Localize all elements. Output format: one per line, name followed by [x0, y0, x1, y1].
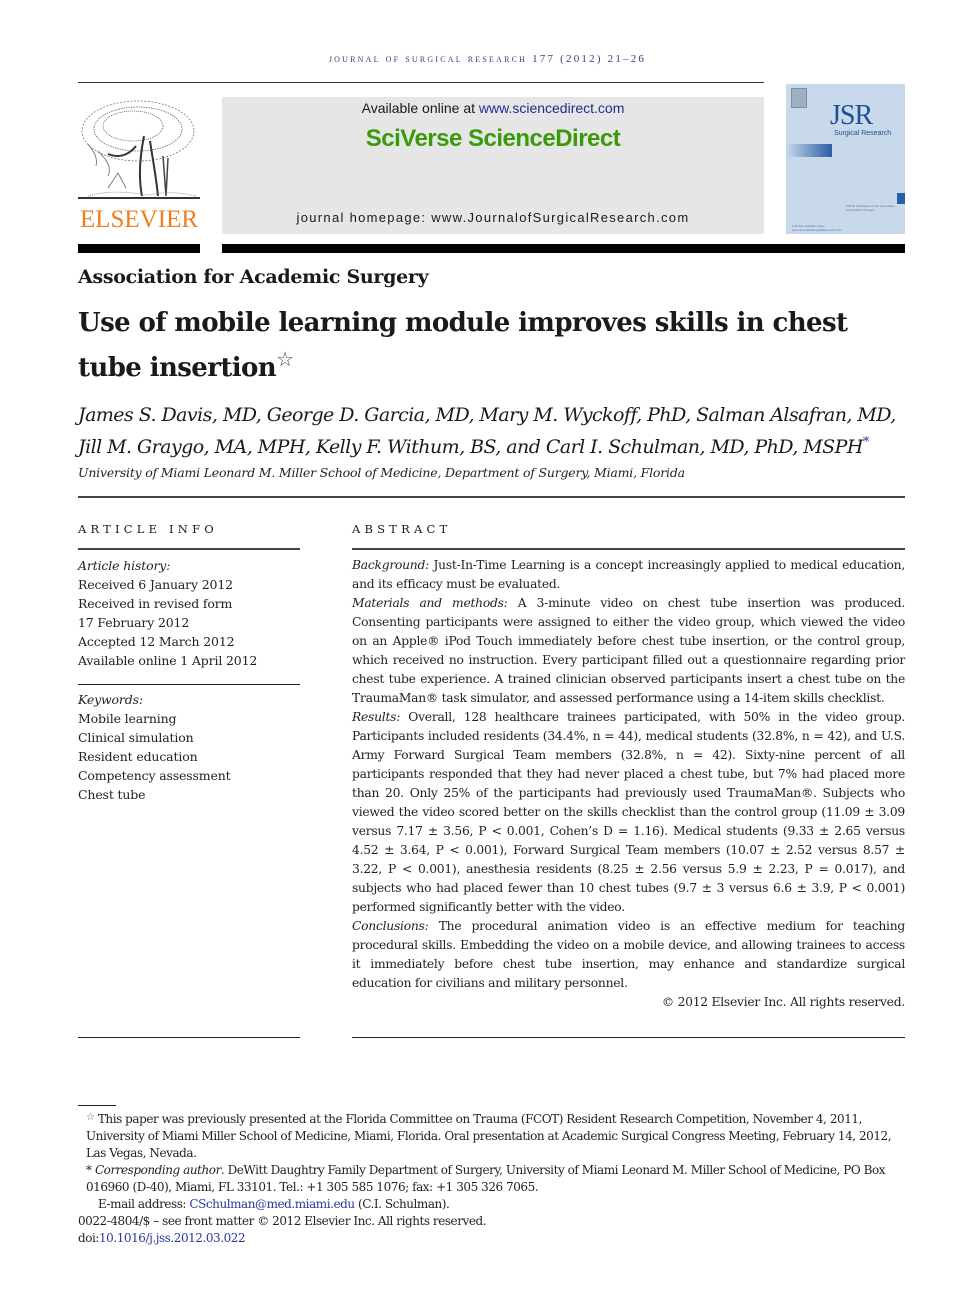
abstract-section-label: Results: [352, 710, 401, 724]
available-online-label: Available online at [361, 100, 479, 116]
sciencedirect-banner: Available online at www.sciencedirect.co… [222, 97, 764, 234]
cover-title: JSR [830, 100, 873, 131]
abstract-copyright: © 2012 Elsevier Inc. All rights reserved… [661, 995, 905, 1009]
abstract-section-label: Background: [352, 558, 429, 572]
abstract-body: Background: Just-In-Time Learning is a c… [352, 556, 905, 1012]
abstract-section-label: Materials and methods: [352, 596, 508, 610]
abstract-bottom-rule [352, 1037, 905, 1038]
footnotes: ☆ This paper was previously presented at… [78, 1109, 905, 1247]
presentation-footnote: ☆ This paper was previously presented at… [78, 1109, 905, 1162]
keywords-label: Keywords: [78, 692, 143, 707]
history-item: 17 February 2012 [78, 615, 190, 630]
doi-link[interactable]: 10.1016/j.jss.2012.03.022 [99, 1231, 246, 1245]
abstract-results: Results: Overall, 128 healthcare trainee… [352, 708, 905, 917]
abstract-methods: Materials and methods: A 3-minute video … [352, 594, 905, 708]
keyword-item: Competency assessment [78, 768, 231, 783]
header-thick-rule [222, 244, 905, 253]
abstract-section-text: The procedural animation video is an eff… [352, 919, 905, 990]
article-info-rule [78, 548, 300, 550]
cover-society-line: Official Publication of the Association … [846, 204, 895, 212]
history-item: Received in revised form [78, 596, 233, 611]
cover-emblem-icon [791, 88, 807, 108]
cover-footer-line: Full Text available online www.Journalof… [792, 224, 842, 232]
abstract-heading: ABSTRACT [352, 522, 452, 536]
issn-line: 0022-4804/$ – see front matter © 2012 El… [78, 1214, 487, 1228]
article-info-heading: ARTICLE INFO [78, 522, 218, 536]
footnote-rule [78, 1105, 116, 1106]
keyword-item: Clinical simulation [78, 730, 194, 745]
doi-label: doi: [78, 1231, 99, 1245]
star-footnote-icon[interactable]: ☆ [276, 347, 294, 371]
elsevier-logo[interactable]: ELSEVIER [78, 96, 200, 236]
author-list: James S. Davis, MD, George D. Garcia, MD… [78, 401, 918, 461]
header-rule [78, 82, 764, 83]
email-suffix: (C.I. Schulman). [354, 1197, 450, 1211]
running-header: Journal of Surgical Research 177 (2012) … [328, 53, 647, 65]
keyword-item: Resident education [78, 749, 198, 764]
keyword-item: Chest tube [78, 787, 146, 802]
elsevier-wordmark: ELSEVIER [79, 206, 199, 233]
abstract-section-label: Conclusions: [352, 919, 429, 933]
cover-decor-block [897, 193, 905, 204]
abstract-section-text: A 3-minute video on chest tube insertion… [352, 596, 905, 705]
authors-line-1: James S. Davis, MD, George D. Garcia, MD… [78, 404, 896, 426]
title-line-1: Use of mobile learning module improves s… [78, 308, 848, 338]
corresponding-author-footnote: * Corresponding author. DeWitt Daughtry … [78, 1162, 905, 1196]
authors-line-2: Jill M. Graygo, MA, MPH, Kelly F. Withum… [78, 436, 863, 458]
article-info-divider [78, 684, 300, 685]
affiliation: University of Miami Leonard M. Miller Sc… [78, 465, 685, 480]
doi-line: doi:10.1016/j.jss.2012.03.022 [78, 1230, 905, 1247]
history-item: Available online 1 April 2012 [78, 653, 258, 668]
sciverse-sciencedirect-logo[interactable]: SciVerse ScienceDirect [222, 125, 764, 153]
article-info-bottom-rule [78, 1037, 300, 1038]
title-line-2: tube insertion [78, 353, 277, 383]
corresponding-author-label: Corresponding author [94, 1163, 221, 1177]
elsevier-tree-icon [78, 100, 200, 199]
history-item: Accepted 12 March 2012 [78, 634, 235, 649]
abstract-background: Background: Just-In-Time Learning is a c… [352, 556, 905, 594]
keywords: Keywords: Mobile learning Clinical simul… [78, 690, 300, 804]
sciencedirect-link[interactable]: www.sciencedirect.com [479, 100, 625, 116]
cover-subtitle: Surgical Research [834, 130, 892, 137]
article-history-label: Article history: [78, 558, 171, 573]
available-online-text: Available online at www.sciencedirect.co… [222, 100, 764, 116]
journal-cover-thumbnail[interactable]: JSR Surgical Research Official Publicati… [786, 84, 905, 234]
section-divider [78, 496, 905, 498]
cover-decor-bar [786, 144, 832, 157]
history-item: Received 6 January 2012 [78, 577, 233, 592]
article-history: Article history: Received 6 January 2012… [78, 556, 300, 670]
keyword-item: Mobile learning [78, 711, 177, 726]
email-link[interactable]: CSchulman@med.miami.edu [189, 1197, 355, 1211]
email-label: E-mail address: [98, 1197, 190, 1211]
article-title: Use of mobile learning module improves s… [78, 305, 878, 386]
abstract-section-text: Just-In-Time Learning is a concept incre… [352, 558, 905, 591]
society-heading: Association for Academic Surgery [78, 266, 429, 288]
abstract-conclusions: Conclusions: The procedural animation vi… [352, 917, 905, 993]
email-line: E-mail address: CSchulman@med.miami.edu … [78, 1196, 905, 1213]
header-thick-rule [78, 244, 200, 253]
journal-homepage-link[interactable]: journal homepage: www.JournalofSurgicalR… [222, 210, 764, 225]
presentation-footnote-text: This paper was previously presented at t… [86, 1112, 892, 1160]
corresponding-author-link[interactable]: * [863, 435, 869, 450]
abstract-rule [352, 548, 905, 550]
asterisk-icon: * [86, 1163, 92, 1177]
abstract-section-text: Overall, 128 healthcare trainees partici… [352, 710, 905, 914]
star-footnote-icon: ☆ [86, 1112, 95, 1123]
